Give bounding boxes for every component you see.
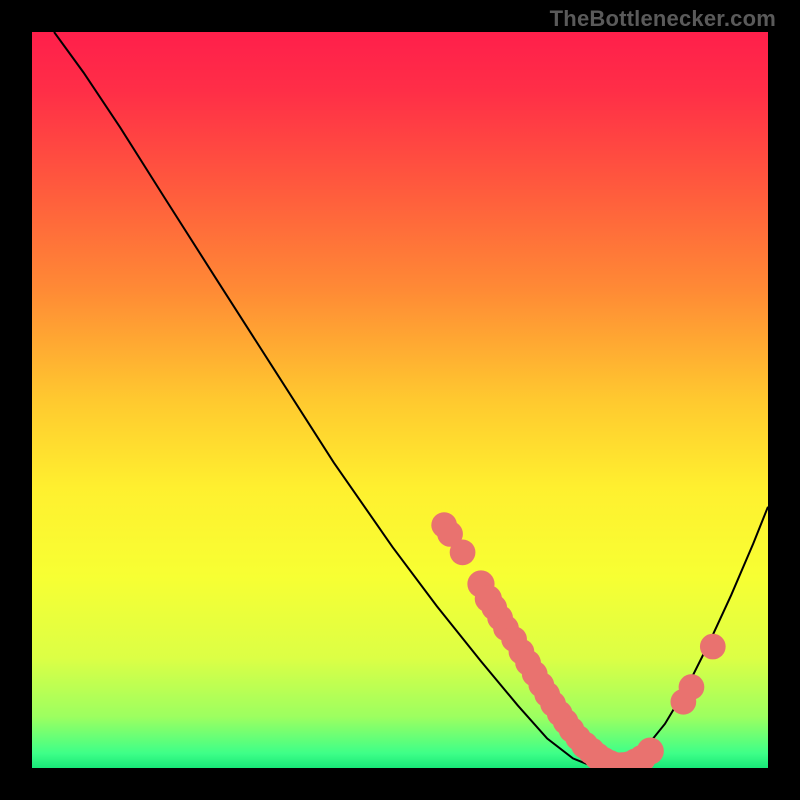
data-marker bbox=[700, 634, 726, 660]
chart-svg bbox=[32, 32, 768, 768]
data-marker bbox=[637, 737, 664, 764]
gradient-background bbox=[32, 32, 768, 768]
data-marker bbox=[450, 539, 476, 565]
watermark-label: TheBottlenecker.com bbox=[550, 6, 776, 32]
chart-frame: TheBottlenecker.com bbox=[0, 0, 800, 800]
bottleneck-chart bbox=[32, 32, 768, 768]
data-marker bbox=[679, 674, 705, 700]
